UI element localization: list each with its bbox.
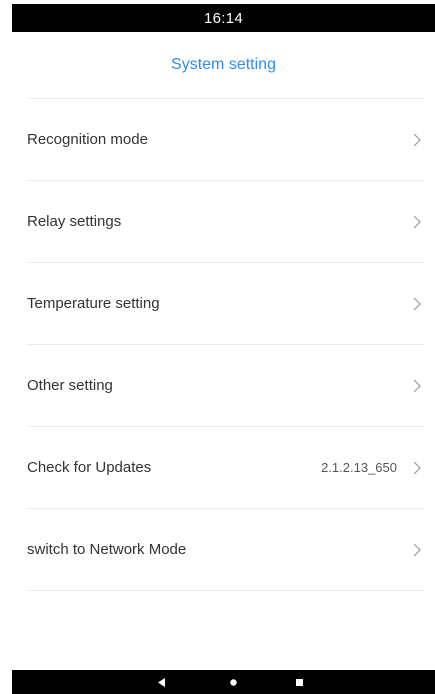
divider [27, 590, 425, 591]
status-time: 16:14 [203, 9, 244, 27]
status-bar: 16:14 [12, 4, 435, 32]
navigation-bar [12, 670, 435, 694]
menu-item-label: Other setting [27, 377, 113, 394]
menu-item-other-setting[interactable]: Other setting [12, 345, 435, 426]
menu-item-label: Temperature setting [27, 295, 160, 312]
menu-item-label: Recognition mode [27, 131, 148, 148]
chevron-right-icon [411, 378, 423, 394]
chevron-right-icon [411, 132, 423, 148]
settings-screen: System setting Recognition mode Relay se… [12, 32, 435, 670]
menu-item-label: switch to Network Mode [27, 541, 187, 558]
menu-item-label: Relay settings [27, 213, 122, 230]
menu-item-recognition-mode[interactable]: Recognition mode [12, 99, 435, 180]
chevron-right-icon [411, 542, 423, 558]
page-title: System setting [171, 56, 276, 73]
chevron-right-icon [411, 296, 423, 312]
chevron-right-icon [411, 460, 423, 476]
recents-square-icon[interactable] [292, 675, 306, 689]
chevron-right-icon [411, 214, 423, 230]
menu-item-check-for-updates[interactable]: Check for Updates 2.1.2.13_650 [12, 427, 435, 508]
version-value: 2.1.2.13_650 [321, 460, 397, 475]
menu-item-label: Check for Updates [27, 459, 152, 476]
back-triangle-icon[interactable] [155, 675, 169, 689]
home-circle-icon[interactable] [226, 675, 240, 689]
menu-item-switch-network-mode[interactable]: switch to Network Mode [12, 509, 435, 590]
menu-item-temperature-setting[interactable]: Temperature setting [12, 263, 435, 344]
settings-menu: Recognition mode Relay settings Temperat… [12, 99, 435, 591]
page-header: System setting [12, 32, 435, 98]
menu-item-relay-settings[interactable]: Relay settings [12, 181, 435, 262]
